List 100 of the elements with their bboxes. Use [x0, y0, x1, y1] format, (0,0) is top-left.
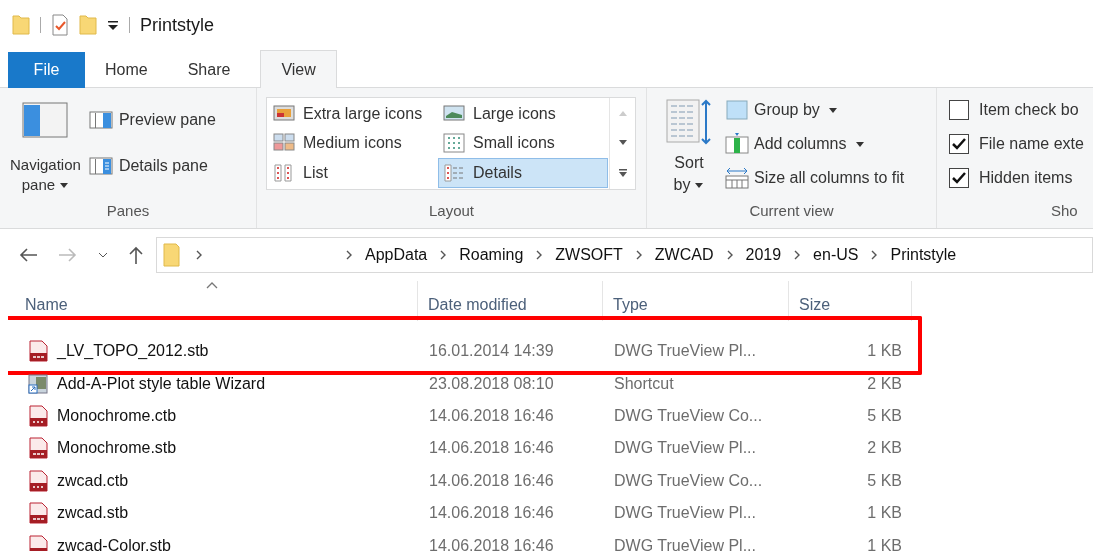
checkmark-icon [952, 172, 966, 184]
add-columns-button[interactable]: Add columns [725, 132, 905, 156]
column-header[interactable]: Size [799, 293, 831, 317]
file-type: DWG TrueView Pl... [614, 504, 756, 522]
chevron-right-icon [725, 250, 734, 260]
column-header[interactable]: Name [25, 293, 68, 317]
checkbox-label: Item check bo [979, 100, 1079, 120]
sort-by-button[interactable]: Sort by [663, 98, 715, 200]
chevron-down-icon [98, 251, 108, 259]
chevron-right-icon [634, 250, 643, 260]
view-icon [443, 103, 465, 124]
checkbox[interactable] [949, 100, 969, 120]
plot-style-file-icon [27, 502, 49, 525]
breadcrumb-item[interactable]: Roaming [459, 243, 524, 267]
chevron-right-icon [870, 250, 879, 260]
navigation-pane-button[interactable]: Navigation pane [10, 102, 81, 194]
file-type: DWG TrueView Pl... [614, 342, 756, 360]
size-columns-button[interactable]: Size all columns to fit [725, 166, 905, 190]
breadcrumb-item[interactable]: ZWCAD [654, 243, 714, 267]
expand-gallery-icon [617, 168, 628, 179]
plot-style-file-icon [27, 340, 49, 363]
layout-option[interactable]: Small icons [438, 128, 608, 159]
navigation-pane-icon [22, 102, 69, 138]
file-name[interactable]: zwcad.ctb [57, 468, 129, 493]
breadcrumb-item[interactable]: Printstyle [890, 243, 957, 267]
file-type: DWG TrueView Co... [614, 406, 763, 424]
preview-pane-icon [88, 111, 113, 129]
details-pane-button[interactable]: Details pane [88, 154, 216, 178]
chevron-right-icon [439, 250, 448, 260]
group-by-button[interactable]: Group by [725, 98, 905, 122]
plot-style-file-icon [27, 469, 49, 492]
caret-icon [694, 181, 705, 189]
view-icon [273, 103, 295, 124]
back-arrow-icon [18, 247, 38, 263]
file-type: DWG TrueView Pl... [614, 536, 756, 551]
column-header[interactable]: Type [613, 293, 648, 317]
window-title: Printstyle [140, 13, 215, 37]
chevron-right-icon [793, 250, 802, 260]
file-type: Shortcut [614, 374, 674, 392]
checkbox-label: Hidden items [979, 168, 1073, 188]
date-modified: 14.06.2018 16:46 [429, 439, 554, 457]
column-header[interactable]: Date modified [428, 293, 527, 317]
forward-arrow-icon [58, 247, 78, 263]
columns-icon [725, 133, 749, 155]
layout-option[interactable]: Large icons [438, 99, 608, 129]
file-name[interactable]: Add-A-Plot style table Wizard [57, 371, 266, 396]
date-modified: 14.06.2018 16:46 [429, 471, 554, 489]
plot-style-file-icon [27, 404, 49, 427]
file-menu-tab[interactable]: File [8, 52, 85, 88]
layout-option[interactable]: Medium icons [268, 128, 438, 159]
layout-option[interactable]: List [268, 158, 438, 188]
group-label: Sho [1051, 201, 1078, 221]
file-name[interactable]: zwcad-Color.stb [57, 533, 171, 551]
layout-option[interactable]: Extra large icons [268, 99, 438, 129]
file-type: DWG TrueView Pl... [614, 439, 756, 457]
file-name[interactable]: Monochrome.stb [57, 436, 177, 461]
date-modified: 23.08.2018 08:10 [429, 374, 554, 392]
group-label: Current view [749, 201, 834, 221]
caret-icon [59, 181, 70, 189]
file-size: 5 KB [867, 471, 902, 489]
plot-style-file-icon [27, 437, 49, 460]
checkbox[interactable] [949, 168, 969, 188]
details-pane-icon [88, 157, 113, 175]
address-bar[interactable]: AppData Roaming ZWSOFT ZWCAD 2019 en-US Printstyle [156, 237, 1093, 273]
dropdown-icon [107, 19, 119, 31]
file-name[interactable]: zwcad.stb [57, 501, 129, 526]
file-name[interactable]: Monochrome.ctb [57, 403, 177, 428]
breadcrumb-item[interactable]: 2019 [745, 243, 782, 267]
group-icon [725, 99, 749, 121]
breadcrumb-item[interactable]: en-US [813, 243, 859, 267]
file-size: 2 KB [867, 374, 902, 392]
ribbon-tab[interactable]: View [260, 50, 337, 88]
file-size: 1 KB [867, 536, 902, 551]
view-icon [443, 163, 465, 184]
plot-style-file-icon [27, 534, 49, 551]
layout-option[interactable]: Details [438, 158, 608, 188]
scroll-down-icon [617, 138, 628, 147]
chevron-right-icon [345, 250, 353, 260]
fit-columns-icon [725, 167, 749, 189]
ribbon-tab[interactable]: Home [85, 52, 168, 88]
group-label: Panes [106, 201, 150, 221]
date-modified: 16.01.2014 14:39 [429, 342, 554, 360]
checkbox-label: File name exte [979, 134, 1084, 154]
caret-icon [827, 106, 838, 114]
preview-pane-button[interactable]: Preview pane [88, 108, 216, 132]
up-arrow-icon [128, 245, 144, 265]
group-label: Layout [428, 201, 474, 221]
checkmark-icon [952, 138, 966, 150]
file-name[interactable]: _LV_TOPO_2012.stb [57, 339, 209, 364]
breadcrumb-item[interactable]: AppData [365, 243, 428, 267]
breadcrumb-item[interactable]: ZWSOFT [555, 243, 623, 267]
date-modified: 14.06.2018 16:46 [429, 536, 554, 551]
file-size: 1 KB [867, 504, 902, 522]
ribbon-tab[interactable]: Share [167, 52, 251, 88]
checkbox[interactable] [949, 134, 969, 154]
file-size: 1 KB [867, 342, 902, 360]
caret-icon [854, 140, 865, 148]
properties-icon [51, 14, 69, 36]
sort-icon [665, 98, 713, 146]
view-icon [273, 163, 295, 184]
